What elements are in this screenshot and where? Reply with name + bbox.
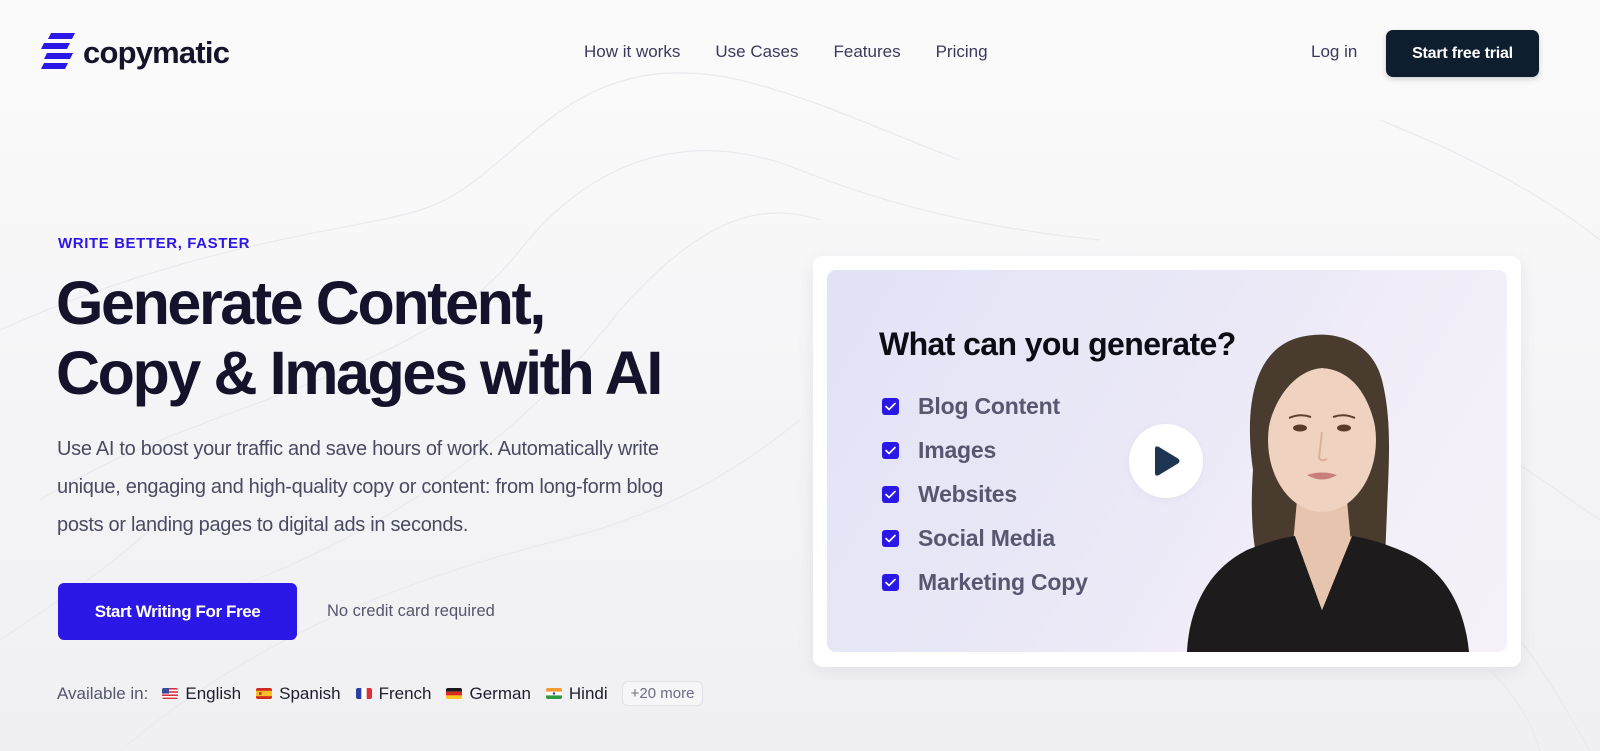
list-item-label: Social Media	[918, 524, 1055, 551]
language-spanish: Spanish	[256, 683, 341, 704]
hero-eyebrow: WRITE BETTER, FASTER	[58, 235, 250, 252]
headline-line-2: Copy & Images with AI	[56, 339, 663, 407]
main-nav: How it works Use Cases Features Pricing	[584, 42, 988, 62]
checkbox-checked-icon	[882, 397, 899, 415]
es-flag-icon	[256, 688, 273, 699]
play-button[interactable]	[1129, 424, 1203, 498]
list-item-label: Blog Content	[918, 392, 1060, 419]
no-credit-card-note: No credit card required	[327, 602, 495, 620]
login-link[interactable]: Log in	[1311, 42, 1357, 62]
list-item-label: Websites	[918, 480, 1017, 507]
in-flag-icon	[545, 688, 562, 699]
language-german: German	[446, 683, 531, 704]
language-name: French	[378, 683, 432, 703]
list-item: Marketing Copy	[882, 560, 1088, 604]
languages-label: Available in:	[57, 683, 149, 703]
more-languages-badge[interactable]: +20 more	[621, 681, 704, 706]
fr-flag-icon	[355, 688, 372, 699]
copymatic-logo-icon	[41, 33, 75, 69]
logo-wordmark: copymatic	[83, 35, 230, 70]
hero-headline: Generate Content, Copy & Images with AI	[56, 268, 663, 408]
list-item-label: Marketing Copy	[918, 568, 1088, 595]
logo[interactable]: copymatic	[39, 33, 230, 73]
checkbox-checked-icon	[882, 529, 899, 547]
language-name: Hindi	[568, 683, 608, 703]
headline-line-1: Generate Content,	[56, 269, 546, 337]
checkbox-checked-icon	[882, 573, 899, 591]
available-languages: Available in: English Spanish French Ger…	[57, 681, 704, 706]
list-item: Blog Content	[882, 384, 1088, 428]
nav-how-it-works[interactable]: How it works	[584, 42, 680, 62]
language-english: English	[162, 684, 241, 704]
de-flag-icon	[446, 688, 463, 699]
language-hindi: Hindi	[545, 683, 608, 704]
list-item: Images	[882, 428, 1088, 472]
start-free-trial-button[interactable]: Start free trial	[1386, 30, 1539, 77]
video-player[interactable]: What can you generate? Blog Content Imag…	[827, 270, 1507, 652]
hero-description: Use AI to boost your traffic and save ho…	[57, 438, 664, 536]
checkbox-checked-icon	[882, 441, 899, 459]
language-name: English	[185, 683, 242, 703]
generate-list: Blog Content Images Websites Social Medi…	[882, 384, 1088, 604]
play-icon	[1155, 446, 1180, 476]
nav-features[interactable]: Features	[834, 42, 901, 62]
language-french: French	[355, 683, 432, 704]
list-item: Websites	[882, 472, 1088, 516]
nav-use-cases[interactable]: Use Cases	[715, 42, 798, 62]
demo-video-card: What can you generate? Blog Content Imag…	[813, 256, 1521, 667]
list-item-label: Images	[918, 436, 997, 463]
presenter-image	[1187, 334, 1469, 652]
us-flag-icon	[162, 688, 179, 699]
start-writing-button[interactable]: Start Writing For Free	[58, 583, 297, 640]
checkbox-checked-icon	[882, 485, 899, 503]
language-name: Spanish	[279, 683, 341, 703]
site-header: copymatic How it works Use Cases Feature…	[0, 0, 1600, 106]
language-name: German	[469, 683, 531, 703]
list-item: Social Media	[882, 516, 1088, 560]
nav-pricing[interactable]: Pricing	[936, 42, 988, 62]
